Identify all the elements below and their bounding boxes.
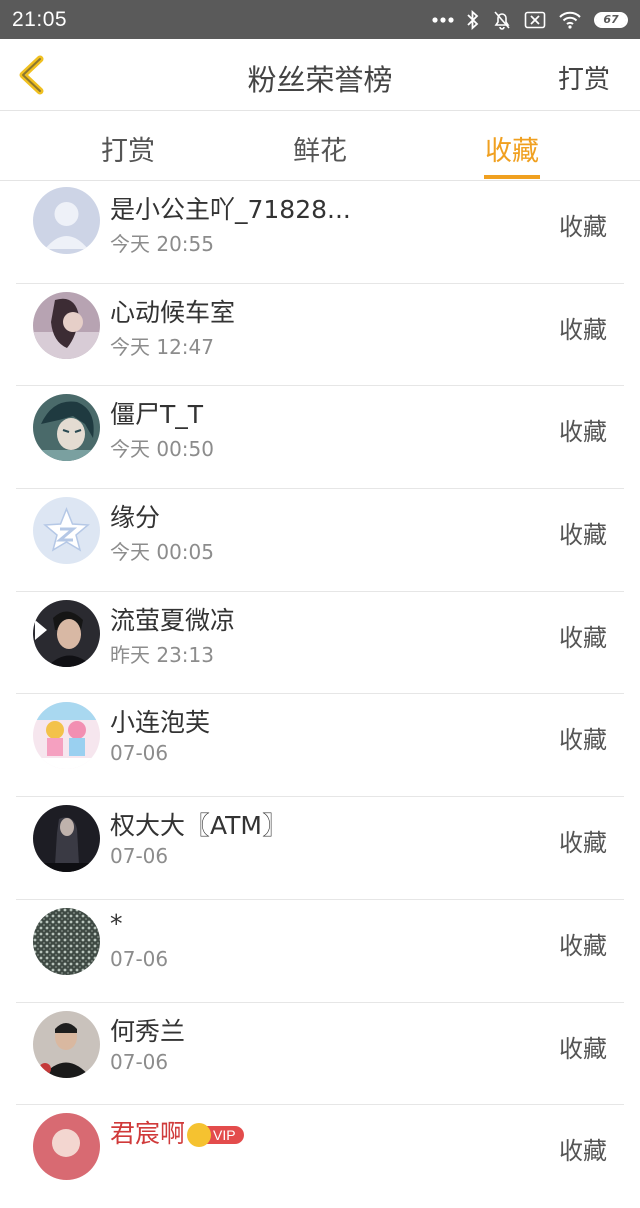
fan-time: 今天 00:50 xyxy=(110,437,214,462)
tab-reward[interactable]: 打赏 xyxy=(73,129,183,168)
list-item[interactable]: 何秀兰 07-06 收藏 xyxy=(0,1003,640,1106)
fan-name: 权大大〖ATM〗 xyxy=(110,811,288,841)
avatar xyxy=(33,702,100,770)
fan-time: 今天 12:47 xyxy=(110,334,214,359)
fan-action: 收藏 xyxy=(559,213,607,241)
fan-time: 昨天 23:13 xyxy=(110,642,214,667)
list-item[interactable]: 心动候车室 今天 12:47 收藏 xyxy=(0,284,640,387)
vip-badge: VIP xyxy=(187,1123,244,1148)
tab-flowers[interactable]: 鲜花 xyxy=(265,129,375,168)
fan-action: 收藏 xyxy=(559,623,607,652)
fan-time: 今天 20:55 xyxy=(110,232,214,256)
wifi-icon xyxy=(559,11,581,29)
fan-name: * xyxy=(110,908,123,938)
list-item[interactable]: 僵尸T_T 今天 00:50 收藏 xyxy=(0,386,640,490)
fan-action: 收藏 xyxy=(559,726,607,755)
qzone-star-icon xyxy=(33,497,100,565)
fan-action: 收藏 xyxy=(559,1034,607,1063)
avatar xyxy=(33,394,100,462)
status-time: 21:05 xyxy=(12,7,68,31)
user-photo-icon xyxy=(33,805,100,873)
fan-action: 收藏 xyxy=(559,931,607,960)
anime-avatar-icon xyxy=(33,702,100,770)
mute-bell-icon xyxy=(494,10,510,30)
active-tab-indicator xyxy=(484,175,540,179)
app-bar: 粉丝荣誉榜 打赏 xyxy=(0,39,640,111)
list-item[interactable]: 流萤夏微凉 昨天 23:13 收藏 xyxy=(0,592,640,695)
tab-favorites[interactable]: 收藏 xyxy=(457,129,567,168)
fan-action: 收藏 xyxy=(559,521,607,550)
avatar xyxy=(33,1010,100,1078)
anime-avatar-icon xyxy=(33,394,100,462)
list-item[interactable]: 权大大〖ATM〗 07-06 收藏 xyxy=(0,797,640,900)
battery-icon: 67 xyxy=(594,11,628,28)
sim-off-icon xyxy=(524,11,546,28)
fan-time: 07-06 xyxy=(110,946,169,971)
user-photo-icon xyxy=(33,291,100,359)
default-avatar-icon xyxy=(33,187,100,254)
list-item[interactable]: 是小公主吖_71828... 今天 20:55 收藏 xyxy=(0,181,640,284)
fan-action: 收藏 xyxy=(559,829,607,858)
fan-action: 收藏 xyxy=(559,315,607,344)
list-item[interactable]: 缘分 今天 00:05 收藏 xyxy=(0,489,640,592)
list-item[interactable]: 君宸啊 VIP 收藏 xyxy=(0,1105,640,1208)
reward-button[interactable]: 打赏 xyxy=(558,59,610,96)
fan-name: 僵尸T_T xyxy=(110,400,204,430)
fan-time: 07-06 xyxy=(110,741,169,766)
fan-name: 缘分 xyxy=(110,503,161,533)
pattern-avatar-icon xyxy=(33,907,100,975)
user-photo-icon xyxy=(33,599,100,667)
avatar xyxy=(33,599,100,667)
list-item[interactable]: * 07-06 收藏 xyxy=(0,900,640,1003)
avatar xyxy=(33,907,100,975)
bluetooth-icon xyxy=(467,9,479,30)
fan-name: 小连泡芙 xyxy=(110,708,211,738)
fan-name: 君宸啊 VIP xyxy=(110,1114,244,1150)
avatar xyxy=(33,1113,100,1181)
avatar xyxy=(33,805,100,873)
fan-name: 流萤夏微凉 xyxy=(110,605,236,635)
fan-action: 收藏 xyxy=(559,418,607,447)
fan-name-text: 君宸啊 xyxy=(110,1119,186,1149)
fan-action: 收藏 xyxy=(559,1137,607,1166)
fan-time: 今天 00:05 xyxy=(110,540,214,565)
user-photo-icon xyxy=(33,1010,100,1078)
user-photo-icon xyxy=(33,1113,100,1181)
battery-level: 67 xyxy=(596,13,626,26)
more-dots-icon xyxy=(432,16,454,23)
status-bar: 21:05 67 xyxy=(0,0,640,39)
tab-bar: 打赏 鲜花 收藏 xyxy=(0,111,640,181)
fan-name: 何秀兰 xyxy=(110,1016,186,1046)
fan-time: 07-06 xyxy=(110,844,169,869)
status-icons: 67 xyxy=(432,9,628,30)
fan-list: 是小公主吖_71828... 今天 20:55 收藏 心动候车室 今天 12:4… xyxy=(0,181,640,1208)
list-item[interactable]: 小连泡芙 07-06 收藏 xyxy=(0,694,640,798)
fan-name: 是小公主吖_71828... xyxy=(110,195,351,224)
avatar xyxy=(33,497,100,565)
avatar xyxy=(33,187,100,254)
fan-time: 07-06 xyxy=(110,1049,169,1074)
fan-name: 心动候车室 xyxy=(110,297,236,327)
page-title: 粉丝荣誉榜 xyxy=(247,63,393,97)
avatar xyxy=(33,291,100,359)
